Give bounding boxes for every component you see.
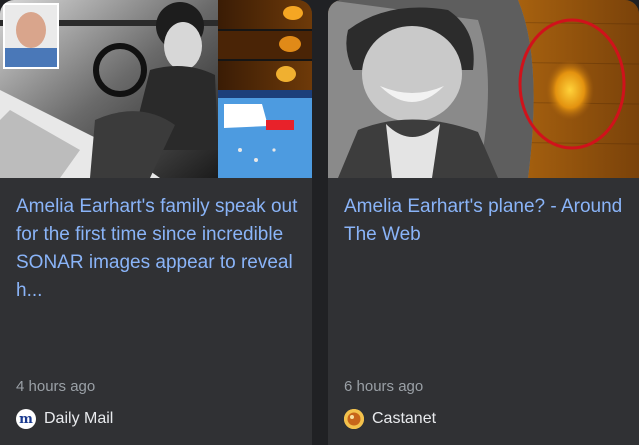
castanet-logo-icon bbox=[344, 409, 364, 429]
news-source[interactable]: m Daily Mail bbox=[16, 407, 113, 431]
timestamp: 4 hours ago bbox=[16, 378, 96, 395]
news-source[interactable]: Castanet bbox=[344, 407, 436, 431]
news-card[interactable]: Amelia Earhart's plane? - Around The Web… bbox=[328, 0, 639, 445]
sonar-photo-icon[interactable] bbox=[328, 0, 639, 178]
source-name: Daily Mail bbox=[44, 410, 114, 427]
article-headline[interactable]: Amelia Earhart's family speak out for th… bbox=[16, 193, 298, 305]
news-card[interactable]: Amelia Earhart's family speak out for th… bbox=[0, 0, 312, 445]
timestamp: 6 hours ago bbox=[344, 378, 424, 395]
source-name: Castanet bbox=[372, 410, 437, 427]
photo-collage-icon[interactable] bbox=[0, 0, 312, 178]
article-headline[interactable]: Amelia Earhart's plane? - Around The Web bbox=[344, 193, 626, 249]
daily-mail-logo-icon: m bbox=[16, 409, 36, 429]
